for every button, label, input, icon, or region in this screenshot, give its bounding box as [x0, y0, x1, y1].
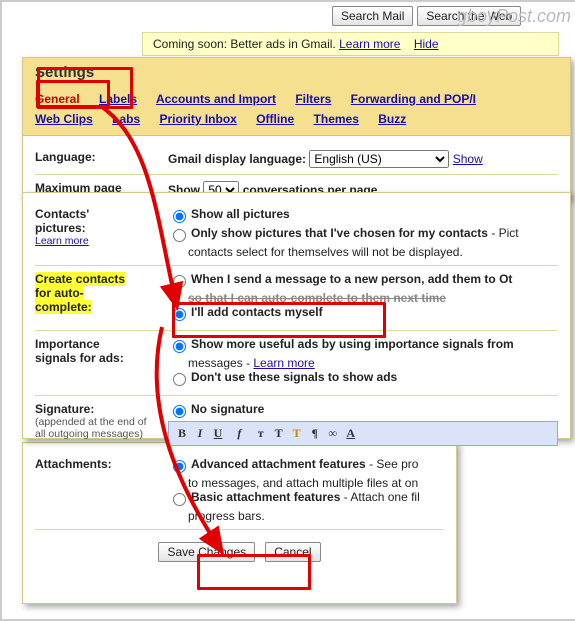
attachments-label: Attachments:	[35, 457, 168, 523]
promo-hide-link[interactable]: Hide	[414, 37, 439, 51]
autocontacts-label: Create contacts for auto- complete:	[35, 272, 168, 324]
tab-webclips[interactable]: Web Clips	[35, 112, 93, 126]
cancel-button[interactable]: Cancel	[265, 542, 320, 562]
tab-filters[interactable]: Filters	[295, 92, 331, 106]
tab-labs[interactable]: Labs	[112, 112, 140, 126]
contacts-pics-label: Contacts'pictures: Learn more	[35, 207, 168, 259]
tab-general[interactable]: General	[35, 92, 80, 106]
contacts-showall-radio[interactable]: Show all pictures	[168, 207, 558, 223]
attach-opt2-desc: progress bars.	[188, 509, 444, 523]
language-label: Language:	[35, 150, 168, 168]
tab-offline[interactable]: Offline	[256, 112, 294, 126]
promo-banner: Coming soon: Better ads in Gmail. Learn …	[142, 32, 559, 56]
page-title: Settings	[23, 58, 570, 87]
signature-toolbar[interactable]: BIU f тTT¶∞A	[168, 421, 558, 446]
tab-themes[interactable]: Themes	[314, 112, 359, 126]
settings-middle-panel: Contacts'pictures: Learn more Show all p…	[22, 192, 571, 439]
promo-learn-link[interactable]: Learn more	[339, 37, 400, 51]
impads-opt1b: messages -	[188, 356, 253, 370]
impads-dontuse-radio[interactable]: Don't use these signals to show ads	[168, 370, 558, 386]
importance-ads-label: Importancesignals for ads:	[35, 337, 168, 389]
tab-accounts[interactable]: Accounts and Import	[156, 92, 276, 106]
impads-learn-link[interactable]: Learn more	[253, 356, 314, 370]
contacts-learn-link[interactable]: Learn more	[35, 235, 89, 247]
tab-priority[interactable]: Priority Inbox	[160, 112, 237, 126]
contacts-opt2-desc: contacts select for themselves will not …	[188, 245, 558, 259]
autocontacts-myself-radio[interactable]: I'll add contacts myself	[168, 305, 558, 321]
promo-text: Coming soon: Better ads in Gmail.	[153, 37, 336, 51]
contacts-onlychosen-radio[interactable]: Only show pictures that I've chosen for …	[168, 226, 558, 242]
language-select[interactable]: English (US)	[309, 150, 449, 168]
impads-useful-radio[interactable]: Show more useful ads by using importance…	[168, 337, 558, 353]
attach-opt1-desc: to messages, and attach multiple files a…	[188, 476, 444, 490]
settings-header-panel: Settings General Labels Accounts and Imp…	[22, 57, 571, 199]
language-value: Gmail display language: English (US) Sho…	[168, 150, 558, 168]
tab-forwarding[interactable]: Forwarding and POP/I	[351, 92, 476, 106]
autocontacts-opt1-line2: so that I can auto-complete to them next…	[188, 291, 558, 305]
autocontacts-add-radio[interactable]: When I send a message to a new person, a…	[168, 272, 558, 288]
signature-label: Signature: (appended at the end ofall ou…	[35, 402, 168, 446]
search-mail-button[interactable]: Search Mail	[332, 6, 413, 26]
tab-labels[interactable]: Labels	[99, 92, 137, 106]
watermark: gboyPost.com	[457, 6, 571, 27]
settings-footer-panel: Attachments: Advanced attachment feature…	[22, 442, 457, 604]
save-changes-button[interactable]: Save Changes	[158, 542, 255, 562]
signature-none-radio[interactable]: No signature	[168, 402, 558, 418]
tab-buzz[interactable]: Buzz	[378, 112, 406, 126]
attach-basic-radio[interactable]: Basic attachment features - Attach one f…	[168, 490, 444, 506]
settings-tabs: General Labels Accounts and Import Filte…	[23, 87, 570, 135]
language-show-link[interactable]: Show	[453, 152, 483, 166]
language-sublabel: Gmail display language:	[168, 152, 306, 166]
